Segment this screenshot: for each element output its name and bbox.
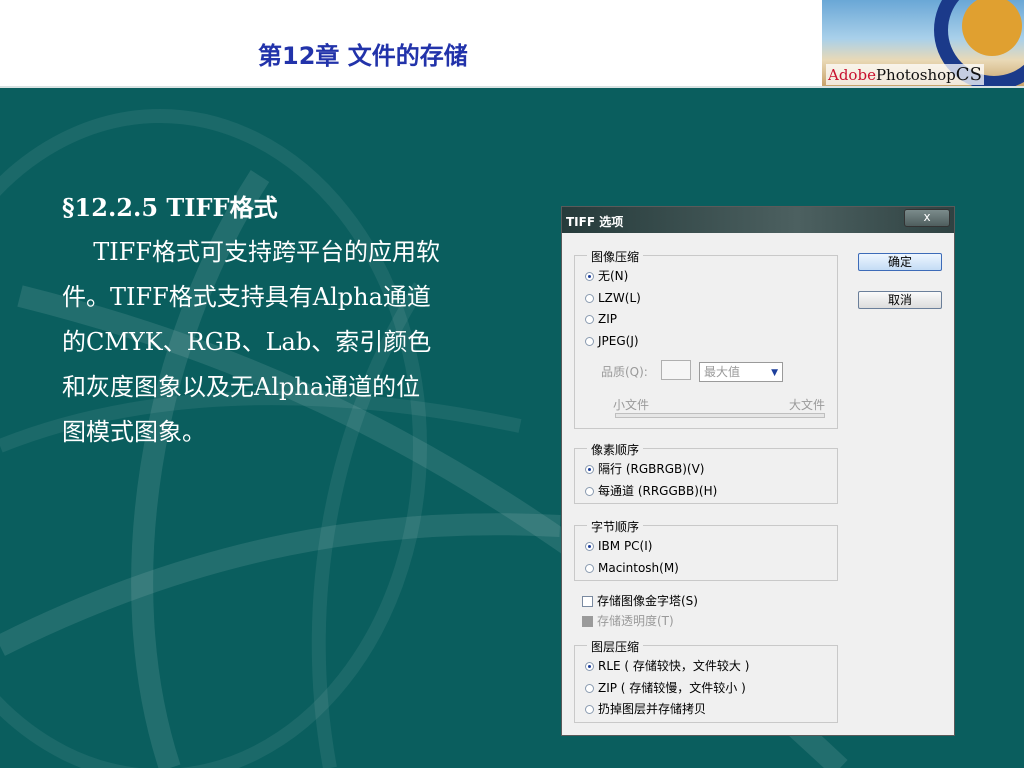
logo-cs: CS: [955, 64, 982, 85]
image-compression-group: 图像压缩 无(N) LZW(L) ZIP JPEG(J) 品质(Q): 最大值 ▼…: [574, 248, 838, 429]
radio-icon: [585, 705, 594, 714]
image-compression-legend: 图像压缩: [587, 248, 644, 265]
radio-layer-rle[interactable]: RLE ( 存储较快，文件较大 ): [585, 658, 749, 674]
ok-button[interactable]: 确定: [858, 253, 942, 271]
radio-icon: [585, 337, 594, 346]
radio-selected-icon: [585, 662, 594, 671]
radio-icon: [585, 294, 594, 303]
close-button[interactable]: x: [904, 209, 950, 227]
save-transparency-checkbox: 存储透明度(T): [582, 613, 674, 629]
chapter-title: 第12章 文件的存储: [258, 42, 468, 70]
quality-slider[interactable]: [615, 413, 825, 418]
slide-body: §12.2.5 TIFF格式 TIFF格式可支持跨平台的应用软件。TIFF格式支…: [62, 192, 442, 455]
layer-compression-legend: 图层压缩: [587, 638, 644, 655]
radio-icon: [585, 564, 594, 573]
radio-selected-icon: [585, 272, 594, 281]
chevron-down-icon: ▼: [771, 368, 778, 378]
radio-discard-layers[interactable]: 扔掉图层并存储拷贝: [585, 701, 706, 717]
byte-order-legend: 字节顺序: [587, 518, 644, 535]
large-file-label: 大文件: [789, 398, 826, 412]
cancel-button[interactable]: 取消: [858, 291, 942, 309]
radio-icon: [585, 684, 594, 693]
logo-adobe: Adobe: [828, 66, 876, 84]
radio-compression-zip[interactable]: ZIP: [585, 311, 617, 327]
radio-selected-icon: [585, 542, 594, 551]
body-paragraph: TIFF格式可支持跨平台的应用软件。TIFF格式支持具有Alpha通道的CMYK…: [62, 238, 440, 446]
pixel-order-legend: 像素顺序: [587, 441, 644, 458]
checkbox-icon: [582, 596, 593, 607]
checkbox-disabled-icon: [582, 616, 593, 627]
tiff-options-dialog: TIFF 选项 x 确定 取消 图像压缩 无(N) LZW(L) ZIP JPE…: [561, 206, 955, 736]
dialog-titlebar[interactable]: TIFF 选项 x: [562, 207, 954, 233]
save-pyramid-checkbox[interactable]: 存储图像金字塔(S): [582, 593, 698, 609]
radio-compression-lzw[interactable]: LZW(L): [585, 290, 641, 306]
radio-selected-icon: [585, 465, 594, 474]
small-file-label: 小文件: [613, 398, 650, 412]
quality-label: 品质(Q):: [601, 365, 648, 379]
logo-photoshop: Photoshop: [875, 66, 956, 84]
photoshop-cs-logo: AdobePhotoshopCS: [822, 0, 1024, 86]
radio-layer-zip[interactable]: ZIP ( 存储较慢，文件较小 ): [585, 680, 746, 696]
section-heading: §12.2.5 TIFF格式: [62, 193, 278, 222]
quality-select[interactable]: 最大值 ▼: [699, 362, 783, 382]
quality-input[interactable]: [661, 360, 691, 380]
radio-macintosh[interactable]: Macintosh(M): [585, 560, 679, 576]
radio-per-channel[interactable]: 每通道 (RRGGBB)(H): [585, 483, 717, 499]
pixel-order-group: 像素顺序 隔行 (RGBRGB)(V) 每通道 (RRGGBB)(H): [574, 441, 838, 504]
byte-order-group: 字节顺序 IBM PC(I) Macintosh(M): [574, 518, 838, 581]
slide-header: 第12章 文件的存储 AdobePhotoshopCS: [0, 0, 1024, 88]
radio-ibm-pc[interactable]: IBM PC(I): [585, 538, 652, 554]
radio-icon: [585, 315, 594, 324]
radio-compression-jpeg[interactable]: JPEG(J): [585, 333, 639, 349]
logo-text: AdobePhotoshopCS: [826, 64, 984, 85]
radio-interleaved[interactable]: 隔行 (RGBRGB)(V): [585, 461, 705, 477]
radio-icon: [585, 487, 594, 496]
radio-compression-none[interactable]: 无(N): [585, 268, 628, 284]
dialog-title: TIFF 选项: [566, 215, 624, 229]
layer-compression-group: 图层压缩 RLE ( 存储较快，文件较大 ) ZIP ( 存储较慢，文件较小 )…: [574, 638, 838, 723]
